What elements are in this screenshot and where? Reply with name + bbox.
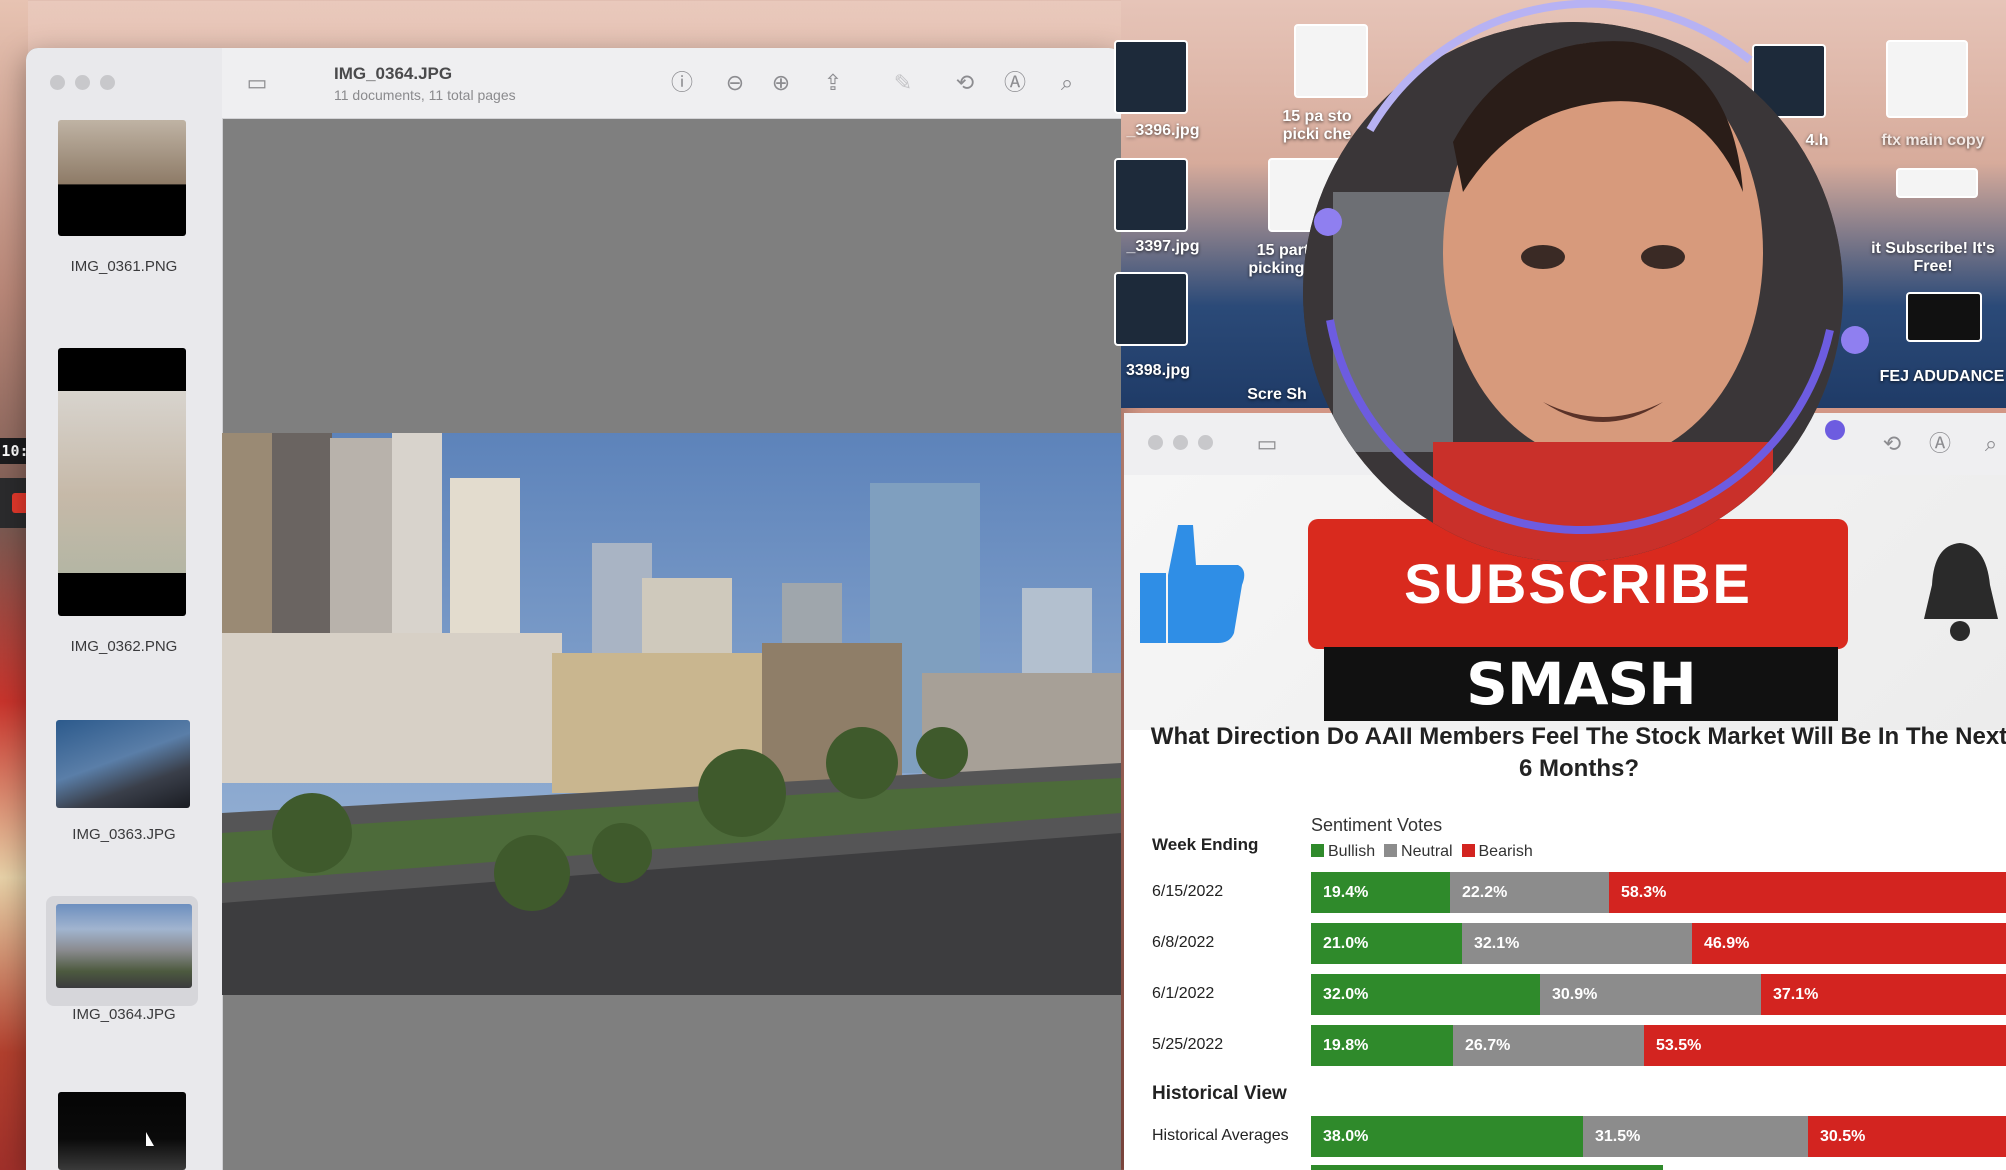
thumbnail-img-0363[interactable] bbox=[56, 720, 190, 808]
legend-bearish: Bearish bbox=[1478, 843, 1533, 860]
legend-swatch-bearish bbox=[1461, 844, 1475, 857]
info-icon[interactable]: ⓘ bbox=[667, 68, 697, 98]
search-icon[interactable]: ⌕ bbox=[1976, 429, 2006, 459]
row-date: 5/25/2022 bbox=[1152, 1036, 1224, 1053]
bullish-segment: 19.4% bbox=[1311, 872, 1450, 913]
preview-window: IMG_0361.PNG IMG_0362.PNG IMG_0363.JPG I… bbox=[26, 48, 1121, 1170]
markup-pen-icon[interactable]: ✎ bbox=[888, 68, 918, 98]
sidebar-toggle-icon[interactable]: ▭ bbox=[242, 68, 272, 98]
bearish-segment: 30.5% bbox=[1808, 1116, 2006, 1157]
bell-icon bbox=[1924, 543, 1998, 641]
row-date: Historical Averages bbox=[1152, 1127, 1289, 1144]
thumbnail-img-0364[interactable] bbox=[56, 904, 192, 988]
document-title: IMG_0364.JPG bbox=[334, 64, 453, 83]
thumbnail-label: IMG_0364.JPG bbox=[72, 1006, 176, 1023]
progress-ring bbox=[1314, 0, 1869, 535]
rotate-icon[interactable]: ⟲ bbox=[950, 68, 980, 98]
bearish-segment: 46.9% bbox=[1692, 923, 2006, 964]
week-ending-header: Week Ending bbox=[1152, 835, 1259, 854]
annotate-icon[interactable]: Ⓐ bbox=[1000, 68, 1030, 98]
desktop-file-label: it Subscribe! It's Free! bbox=[1871, 240, 1995, 275]
desktop-wallpaper-strip bbox=[0, 0, 28, 1170]
desktop-file-icon[interactable] bbox=[1906, 292, 1982, 342]
sentiment-bar: 19.8% 26.7% 53.5% bbox=[1311, 1025, 2006, 1066]
desktop-file-icon[interactable] bbox=[1114, 158, 1188, 232]
minimize-window-button[interactable] bbox=[75, 75, 90, 90]
rotate-icon[interactable]: ⟲ bbox=[1877, 429, 1907, 459]
bullish-segment: 19.8% bbox=[1311, 1025, 1453, 1066]
desktop-file-label: ftx main copy bbox=[1881, 132, 1985, 149]
neutral-segment: 22.2% bbox=[1450, 872, 1609, 913]
next-bar-peek bbox=[1311, 1165, 1663, 1170]
legend: Bullish Neutral Bearish bbox=[1311, 843, 1533, 861]
zoom-window-button[interactable] bbox=[1198, 435, 1213, 450]
search-icon[interactable]: ⌕ bbox=[1052, 68, 1082, 98]
desktop-file-label: 3398.jpg bbox=[1125, 362, 1191, 379]
share-icon[interactable]: ⇪ bbox=[818, 68, 848, 98]
mouse-cursor-icon bbox=[146, 1132, 154, 1146]
thumbnail-img-0365[interactable] bbox=[58, 1092, 186, 1170]
neutral-segment: 31.5% bbox=[1583, 1116, 1808, 1157]
desktop-file-icon[interactable] bbox=[1886, 40, 1968, 118]
zoom-window-button[interactable] bbox=[100, 75, 115, 90]
thumbnail-sidebar[interactable]: IMG_0361.PNG IMG_0362.PNG IMG_0363.JPG I… bbox=[26, 48, 223, 1170]
thumbs-up-icon bbox=[1140, 525, 1245, 643]
desktop-file-icon[interactable] bbox=[1896, 168, 1978, 198]
desktop-file-icon[interactable] bbox=[1114, 40, 1188, 114]
sentiment-votes-header: Sentiment Votes bbox=[1311, 815, 1443, 835]
bearish-segment: 53.5% bbox=[1644, 1025, 2006, 1066]
sentiment-bar: 19.4% 22.2% 58.3% bbox=[1311, 872, 2006, 913]
main-photo bbox=[222, 433, 1121, 995]
legend-bullish: Bullish bbox=[1328, 843, 1376, 860]
historical-view-header: Historical View bbox=[1152, 1083, 1287, 1104]
bearish-segment: 37.1% bbox=[1761, 974, 2006, 1015]
close-window-button[interactable] bbox=[50, 75, 65, 90]
desktop-file-label: FEJ ADUDANCE bbox=[1879, 368, 2005, 385]
thumbnail-img-0362[interactable] bbox=[58, 348, 186, 616]
minimize-window-button[interactable] bbox=[1173, 435, 1188, 450]
annotate-icon[interactable]: Ⓐ bbox=[1925, 429, 1955, 459]
desktop-file-icon[interactable] bbox=[1114, 272, 1188, 346]
thumbnail-img-0361[interactable] bbox=[58, 120, 186, 236]
bullish-segment: 32.0% bbox=[1311, 974, 1540, 1015]
sentiment-bar: 21.0% 32.1% 46.9% bbox=[1311, 923, 2006, 964]
thumbnail-label: IMG_0362.PNG bbox=[70, 638, 178, 655]
document-subtitle: 11 documents, 11 total pages bbox=[334, 87, 516, 103]
desktop-file-label: _3397.jpg bbox=[1126, 238, 1200, 255]
bullish-segment: 38.0% bbox=[1311, 1116, 1583, 1157]
legend-neutral: Neutral bbox=[1401, 843, 1453, 860]
bullish-segment: 21.0% bbox=[1311, 923, 1462, 964]
thumbnail-label: IMG_0361.PNG bbox=[70, 258, 178, 275]
neutral-segment: 30.9% bbox=[1540, 974, 1761, 1015]
legend-swatch-bullish bbox=[1311, 844, 1324, 857]
sentiment-bar: 32.0% 30.9% 37.1% bbox=[1311, 974, 2006, 1015]
row-date: 6/8/2022 bbox=[1152, 934, 1215, 951]
legend-swatch-neutral bbox=[1384, 844, 1398, 857]
sentiment-bar: 38.0% 31.5% 30.5% bbox=[1311, 1116, 2006, 1157]
zoom-out-icon[interactable]: ⊖ bbox=[720, 68, 750, 98]
window-controls bbox=[50, 75, 125, 95]
neutral-segment: 26.7% bbox=[1453, 1025, 1644, 1066]
smash-everyday-text: SMASH EVERYDAY! bbox=[1324, 647, 1838, 730]
zoom-in-icon[interactable]: ⊕ bbox=[766, 68, 796, 98]
close-window-button[interactable] bbox=[1148, 435, 1163, 450]
row-date: 6/15/2022 bbox=[1152, 883, 1224, 900]
neutral-segment: 32.1% bbox=[1462, 923, 1692, 964]
thumbnail-label: IMG_0363.JPG bbox=[72, 826, 176, 843]
window-controls bbox=[1148, 435, 1223, 455]
bearish-segment: 58.3% bbox=[1609, 872, 2006, 913]
row-date: 6/1/2022 bbox=[1152, 985, 1215, 1002]
survey-question: What Direction Do AAII Members Feel The … bbox=[1150, 723, 2006, 782]
desktop-file-label: _3396.jpg bbox=[1126, 122, 1200, 139]
preview-toolbar: ▭ IMG_0364.JPG 11 documents, 11 total pa… bbox=[222, 48, 1121, 119]
